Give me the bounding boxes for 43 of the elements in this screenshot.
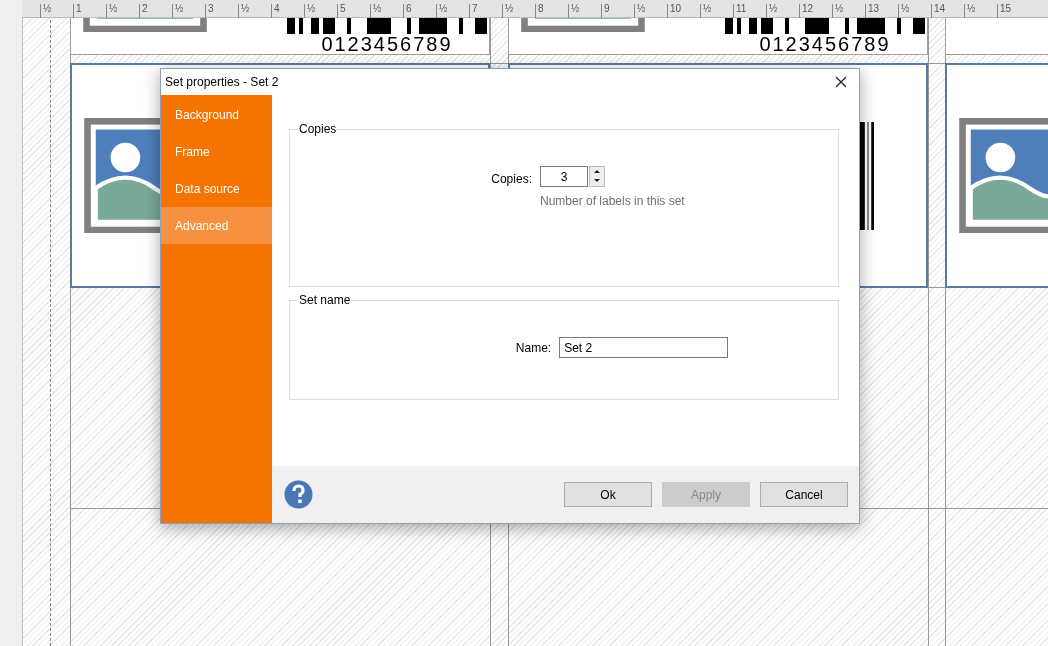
ruler-mark: ½ xyxy=(43,4,52,16)
ruler-mark: 2 xyxy=(142,4,148,16)
dialog-button[interactable]: Ok xyxy=(564,482,652,507)
ruler-mark: ½ xyxy=(835,4,844,16)
field-label: Copies: xyxy=(491,171,532,188)
barcode-caption: 0123456789 xyxy=(321,34,453,54)
window-title: Set properties - Set 2 xyxy=(165,74,279,91)
ruler-mark: 13 xyxy=(868,4,880,16)
ruler-mark: ½ xyxy=(175,4,184,16)
group-title: Set name xyxy=(298,292,352,309)
copies-field[interactable]: 3 xyxy=(539,166,588,187)
dialog-button[interactable]: Cancel xyxy=(760,482,848,507)
ruler-mark: ½ xyxy=(571,4,580,16)
barcode-caption: 0123456789 xyxy=(759,34,891,54)
ruler-mark: 15 xyxy=(1000,4,1012,16)
ruler-mark: 10 xyxy=(670,4,682,16)
ruler-mark: 4 xyxy=(274,4,280,16)
ruler-mark: ½ xyxy=(769,4,778,16)
ruler-mark: ½ xyxy=(901,4,910,16)
ruler-mark: 14 xyxy=(934,4,946,16)
ruler-mark: 8 xyxy=(538,4,544,16)
ruler-mark: ½ xyxy=(373,4,382,16)
sidebar-item[interactable]: Advanced xyxy=(161,207,272,244)
ruler-mark: ½ xyxy=(241,4,250,16)
ruler-mark: 6 xyxy=(406,4,412,16)
ruler-mark: 7 xyxy=(472,4,478,16)
ruler-mark: ½ xyxy=(109,4,118,16)
ruler-mark: 1 xyxy=(76,4,82,16)
hint-text: Number of labels in this set xyxy=(539,193,685,210)
ruler-mark: ½ xyxy=(307,4,316,16)
ruler-mark: ½ xyxy=(967,4,976,16)
ruler-mark: 12 xyxy=(802,4,814,16)
ruler-mark: 11 xyxy=(736,4,747,16)
ruler-mark: ½ xyxy=(505,4,514,16)
field-label: Name: xyxy=(515,339,552,357)
ruler-mark: ½ xyxy=(703,4,712,16)
group-title: Copies xyxy=(298,121,338,138)
ruler-mark: 5 xyxy=(340,4,346,16)
ruler-mark: ½ xyxy=(637,4,646,16)
ruler-mark: 3 xyxy=(208,4,214,16)
ruler-mark: ½ xyxy=(439,4,448,16)
name-field[interactable]: Set 2 xyxy=(559,337,729,358)
ruler-mark: 9 xyxy=(604,4,610,16)
